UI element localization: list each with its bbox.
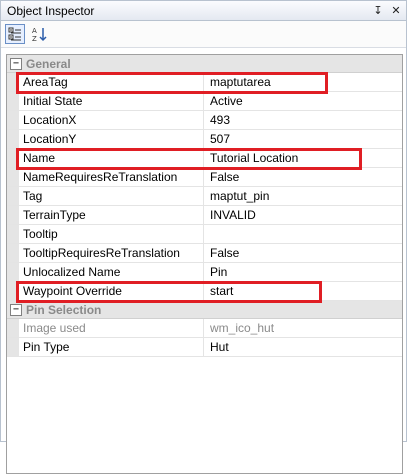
property-row[interactable]: Name Tutorial Location <box>7 149 402 168</box>
svg-text:Z: Z <box>32 35 37 42</box>
category-label: Pin Selection <box>26 302 102 317</box>
property-row[interactable]: Initial State Active <box>7 92 402 111</box>
row-gutter <box>7 282 19 300</box>
property-value[interactable]: Active <box>204 92 402 110</box>
property-name[interactable]: NameRequiresReTranslation <box>19 168 204 186</box>
property-grid: − General AreaTag maptutarea Initial State… <box>6 54 403 474</box>
categorized-icon <box>8 27 21 41</box>
collapse-icon[interactable]: − <box>10 303 22 316</box>
object-inspector-panel: Object Inspector ↧ ✕ A Z − General AreaT… <box>0 0 407 474</box>
collapse-icon[interactable]: − <box>10 57 22 70</box>
categorized-view-button[interactable] <box>5 24 25 44</box>
property-value[interactable]: False <box>204 244 402 262</box>
property-row[interactable]: Tooltip <box>7 225 402 244</box>
alphabetical-view-button[interactable]: A Z <box>29 24 49 44</box>
property-row[interactable]: Pin Type Hut <box>7 338 402 357</box>
property-row[interactable]: LocationX 493 <box>7 111 402 130</box>
empty-grid-area <box>7 357 402 473</box>
property-name[interactable]: TooltipRequiresReTranslation <box>19 244 204 262</box>
property-row[interactable]: Waypoint Override start <box>7 282 402 301</box>
property-row[interactable]: Unlocalized Name Pin <box>7 263 402 282</box>
property-row[interactable]: Image used wm_ico_hut <box>7 319 402 338</box>
row-gutter <box>7 92 19 110</box>
property-name[interactable]: Unlocalized Name <box>19 263 204 281</box>
property-name[interactable]: Tooltip <box>19 225 204 243</box>
row-gutter <box>7 263 19 281</box>
property-value[interactable]: Tutorial Location <box>204 149 402 167</box>
property-row[interactable]: TooltipRequiresReTranslation False <box>7 244 402 263</box>
property-value[interactable]: INVALID <box>204 206 402 224</box>
row-gutter <box>7 111 19 129</box>
property-name[interactable]: Waypoint Override <box>19 282 204 300</box>
close-icon[interactable]: ✕ <box>388 4 404 17</box>
property-name[interactable]: LocationX <box>19 111 204 129</box>
property-value[interactable]: Pin <box>204 263 402 281</box>
property-value[interactable] <box>204 225 402 243</box>
property-name[interactable]: LocationY <box>19 130 204 148</box>
property-name[interactable]: Name <box>19 149 204 167</box>
property-name[interactable]: Tag <box>19 187 204 205</box>
property-value[interactable]: start <box>204 282 402 300</box>
row-gutter <box>7 130 19 148</box>
property-name[interactable]: AreaTag <box>19 73 204 91</box>
panel-title: Object Inspector <box>7 3 95 18</box>
property-name[interactable]: Initial State <box>19 92 204 110</box>
property-value[interactable]: False <box>204 168 402 186</box>
title-bar: Object Inspector ↧ ✕ <box>1 1 406 21</box>
row-gutter <box>7 149 19 167</box>
property-name[interactable]: Image used <box>19 319 204 337</box>
property-value[interactable]: maptut_pin <box>204 187 402 205</box>
svg-text:A: A <box>32 27 37 35</box>
property-row[interactable]: NameRequiresReTranslation False <box>7 168 402 187</box>
property-name[interactable]: Pin Type <box>19 338 204 356</box>
property-row[interactable]: LocationY 507 <box>7 130 402 149</box>
row-gutter <box>7 187 19 205</box>
property-value[interactable]: wm_ico_hut <box>204 319 402 337</box>
category-pin-selection[interactable]: − Pin Selection <box>7 301 402 319</box>
row-gutter <box>7 338 19 356</box>
toolbar: A Z <box>1 21 406 48</box>
property-name[interactable]: TerrainType <box>19 206 204 224</box>
property-value[interactable]: maptutarea <box>204 73 402 91</box>
property-row[interactable]: Tag maptut_pin <box>7 187 402 206</box>
row-gutter <box>7 73 19 91</box>
property-value[interactable]: Hut <box>204 338 402 356</box>
pin-icon[interactable]: ↧ <box>370 4 386 17</box>
row-gutter <box>7 225 19 243</box>
property-row[interactable]: TerrainType INVALID <box>7 206 402 225</box>
row-gutter <box>7 168 19 186</box>
sort-alpha-icon: A Z <box>32 27 47 42</box>
property-value[interactable]: 507 <box>204 130 402 148</box>
category-general[interactable]: − General <box>7 55 402 73</box>
row-gutter <box>7 319 19 337</box>
row-gutter <box>7 244 19 262</box>
property-row[interactable]: AreaTag maptutarea <box>7 73 402 92</box>
category-label: General <box>26 56 71 71</box>
property-value[interactable]: 493 <box>204 111 402 129</box>
row-gutter <box>7 206 19 224</box>
